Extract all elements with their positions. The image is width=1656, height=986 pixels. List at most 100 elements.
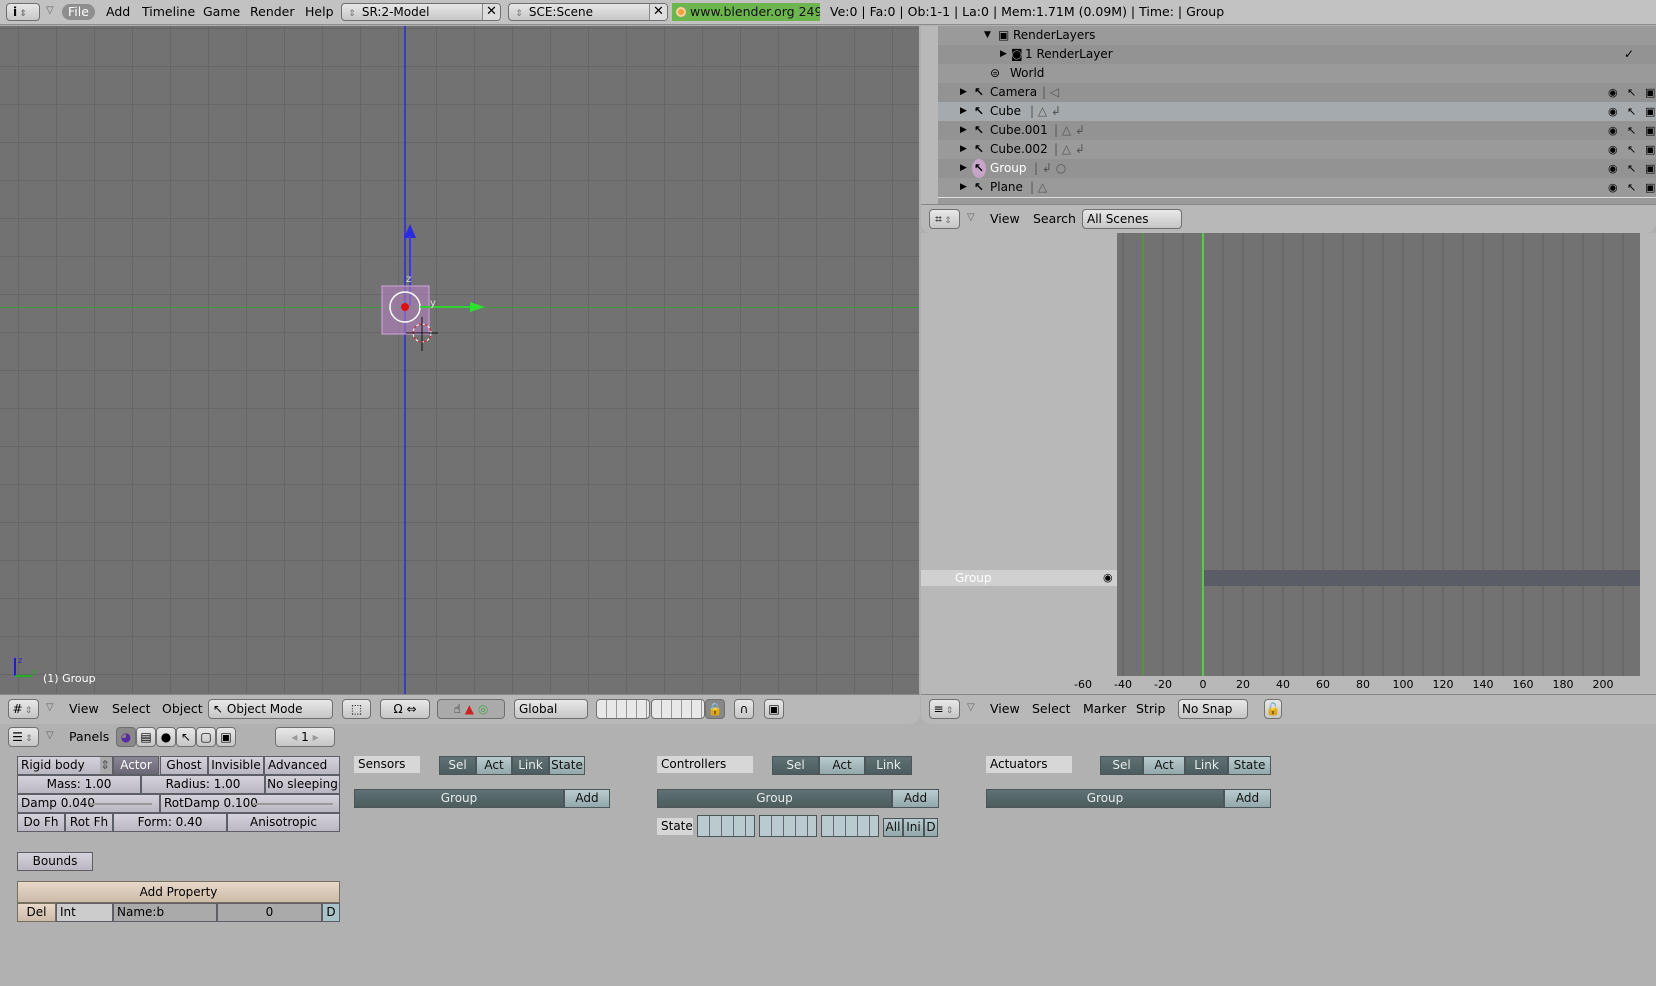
- editor-type-button[interactable]: ≡ ⇕: [929, 699, 960, 719]
- render-preview-icon[interactable]: ▣: [764, 699, 784, 719]
- controllers-act-filter[interactable]: Act: [819, 756, 865, 775]
- expand-icon[interactable]: ▶: [1000, 45, 1007, 64]
- rotdamp-slider[interactable]: RotDamp 0.100: [160, 794, 340, 813]
- expand-icon[interactable]: ▶: [960, 121, 967, 140]
- property-debug-toggle[interactable]: D: [322, 903, 340, 922]
- scene-context-icon[interactable]: ▣: [216, 727, 236, 747]
- pivot-button[interactable]: Ω ⇔: [380, 699, 430, 719]
- menu-search[interactable]: Search: [1033, 210, 1076, 228]
- blender-link[interactable]: www.blender.org 249.2: [672, 3, 820, 21]
- ghost-toggle[interactable]: Ghost: [160, 756, 208, 775]
- actuators-act-filter[interactable]: Act: [1143, 756, 1185, 775]
- draw-type-button[interactable]: ⬚: [342, 699, 371, 719]
- logic-context-icon[interactable]: ◕: [116, 727, 136, 747]
- row-data-icons[interactable]: | △ ↲: [1054, 121, 1085, 140]
- actuators-sel-filter[interactable]: Sel: [1100, 756, 1143, 775]
- lock-layers-icon[interactable]: 🔒: [705, 699, 725, 719]
- actuators-link-filter[interactable]: Link: [1185, 756, 1228, 775]
- outliner-row-renderlayer[interactable]: ▶ ◙ 1 RenderLayer ✓: [938, 45, 1656, 64]
- collapse-menu-icon[interactable]: ▽: [967, 702, 975, 713]
- visibility-eye-icon[interactable]: ◉: [1608, 180, 1618, 195]
- expand-icon[interactable]: ▶: [960, 140, 967, 159]
- renderable-icon[interactable]: ▣: [1645, 85, 1655, 100]
- sensors-act-filter[interactable]: Act: [476, 756, 512, 775]
- sensors-add-button[interactable]: Add: [564, 789, 610, 808]
- menu-view[interactable]: View: [990, 700, 1020, 718]
- do-fh-toggle[interactable]: Do Fh: [17, 813, 65, 832]
- menu-timeline[interactable]: Timeline: [142, 4, 195, 20]
- editor-type-button[interactable]: ☰ ⇕: [8, 727, 39, 747]
- orientation-selector[interactable]: Global: [514, 699, 588, 719]
- collapse-menu-icon[interactable]: ▽: [46, 702, 54, 713]
- scope-selector[interactable]: All Scenes: [1082, 209, 1182, 229]
- shading-context-icon[interactable]: ●: [156, 727, 176, 747]
- property-value-field[interactable]: 0: [217, 903, 322, 922]
- visibility-eye-icon[interactable]: ◉: [1103, 570, 1113, 586]
- editor-type-button[interactable]: i ⇕: [6, 3, 40, 21]
- menu-add[interactable]: Add: [106, 4, 130, 20]
- actuators-add-button[interactable]: Add: [1224, 789, 1271, 808]
- controllers-object-toggle[interactable]: Group: [657, 789, 892, 808]
- rot-fh-toggle[interactable]: Rot Fh: [65, 813, 113, 832]
- no-sleeping-toggle[interactable]: No sleeping: [265, 775, 340, 794]
- sensors-link-filter[interactable]: Link: [512, 756, 549, 775]
- physics-type-selector[interactable]: Rigid body ⇕: [17, 756, 113, 775]
- state-bits-3[interactable]: [821, 815, 879, 837]
- enabled-check-icon[interactable]: ✓: [1624, 45, 1634, 64]
- visibility-eye-icon[interactable]: ◉: [1608, 85, 1618, 100]
- menu-select[interactable]: Select: [112, 700, 151, 718]
- row-data-icons[interactable]: | △ ↲: [1030, 102, 1061, 121]
- outliner-row-cube-002[interactable]: ▶ ↖ Cube.002 | △ ↲: [938, 140, 1656, 159]
- selectable-arrow-icon[interactable]: ↖: [1627, 142, 1636, 157]
- row-data-icons[interactable]: | △: [1030, 178, 1047, 197]
- frame-number-field[interactable]: ◂ 1 ▸: [275, 727, 335, 747]
- outliner-row-renderlayers[interactable]: ▼ ▣ RenderLayers: [938, 26, 1656, 45]
- menu-view[interactable]: View: [69, 700, 99, 718]
- menu-marker[interactable]: Marker: [1083, 700, 1126, 718]
- menu-view[interactable]: View: [990, 210, 1020, 228]
- renderable-icon[interactable]: ▣: [1645, 161, 1655, 176]
- row-data-icons[interactable]: | ◁: [1042, 83, 1059, 102]
- selectable-arrow-icon[interactable]: ↖: [1627, 104, 1636, 119]
- nla-channel-list[interactable]: Group ◉: [921, 233, 1117, 676]
- scene-selector[interactable]: ⇕ SCE:Scene ✕: [508, 3, 668, 21]
- renderable-icon[interactable]: ▣: [1645, 180, 1655, 195]
- menu-game[interactable]: Game: [203, 4, 240, 20]
- snap-magnet-icon[interactable]: ∩: [734, 699, 754, 719]
- outliner-row-group[interactable]: ▶ ↖ Group | ↲ ○: [938, 159, 1656, 178]
- menu-render[interactable]: Render: [250, 4, 295, 20]
- row-data-icons[interactable]: | △ ↲: [1054, 140, 1085, 159]
- outliner-row-cube[interactable]: ▶ ↖ Cube | △ ↲: [938, 102, 1656, 121]
- visibility-eye-icon[interactable]: ◉: [1608, 123, 1618, 138]
- menu-help[interactable]: Help: [305, 4, 334, 20]
- menu-strip[interactable]: Strip: [1136, 700, 1165, 718]
- renderable-icon[interactable]: ▣: [1645, 123, 1655, 138]
- sensors-object-toggle[interactable]: Group: [354, 789, 564, 808]
- sensors-sel-filter[interactable]: Sel: [439, 756, 476, 775]
- screen-name[interactable]: SR:2-Model: [362, 5, 430, 19]
- visibility-eye-icon[interactable]: ◉: [1608, 142, 1618, 157]
- actuators-state-filter[interactable]: State: [1228, 756, 1271, 775]
- controllers-sel-filter[interactable]: Sel: [772, 756, 819, 775]
- nla-strip-row[interactable]: [1203, 570, 1640, 586]
- nla-frame-ruler[interactable]: -60 -40 -20 0 20 40 60 80 100 120 140 160 180 200: [921, 676, 1640, 694]
- renderable-icon[interactable]: ▣: [1645, 142, 1655, 157]
- object-context-icon[interactable]: ↖: [176, 727, 196, 747]
- nla-timeline-grid[interactable]: [1117, 233, 1640, 676]
- expand-icon[interactable]: ▼: [984, 26, 991, 45]
- delete-property-button[interactable]: Del: [17, 903, 56, 922]
- collapse-menu-icon[interactable]: ▽: [967, 212, 975, 223]
- expand-icon[interactable]: ▶: [960, 178, 967, 197]
- editing-context-icon[interactable]: ▢: [196, 727, 216, 747]
- layer-buttons-1[interactable]: [596, 699, 650, 719]
- menu-select[interactable]: Select: [1032, 700, 1071, 718]
- renderable-icon[interactable]: ▣: [1645, 104, 1655, 119]
- damp-slider[interactable]: Damp 0.040: [17, 794, 160, 813]
- sensors-state-filter[interactable]: State: [549, 756, 585, 775]
- actor-toggle[interactable]: Actor: [113, 756, 159, 775]
- object-gizmo[interactable]: z y: [370, 216, 500, 386]
- expand-icon[interactable]: ▶: [960, 83, 967, 102]
- state-bits-1[interactable]: [697, 815, 755, 837]
- lock-icon[interactable]: 🔓: [1264, 699, 1282, 719]
- expand-icon[interactable]: ▶: [960, 102, 967, 121]
